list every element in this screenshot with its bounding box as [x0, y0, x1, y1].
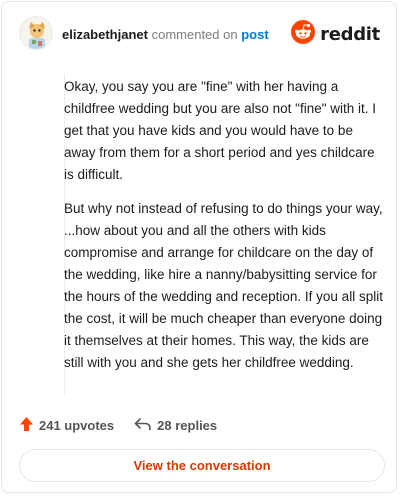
reply-arrow-icon — [134, 417, 157, 434]
comment-paragraph: Okay, you say you are "fine" with her ha… — [64, 79, 377, 182]
replies-stat[interactable]: 28 replies — [134, 417, 217, 434]
comment-card: elizabethjanet commented on post reddit — [1, 1, 397, 493]
reply-count: 28 replies — [157, 417, 218, 433]
username[interactable]: elizabethjanet — [62, 27, 148, 42]
avatar[interactable] — [19, 16, 53, 50]
comment-paragraph: But why not instead of refusing to do th… — [64, 201, 383, 370]
comment-body: Okay, you say you are "fine" with her ha… — [64, 76, 386, 386]
post-link[interactable]: post — [241, 27, 268, 42]
upvotes-stat[interactable]: 241 upvotes — [19, 416, 114, 435]
reddit-snoo-icon — [291, 19, 316, 49]
reddit-brand[interactable]: reddit — [291, 19, 380, 49]
view-conversation-button[interactable]: View the conversation — [19, 449, 385, 482]
comment-stats: 241 upvotes 28 replies — [19, 415, 237, 435]
comment-header: elizabethjanet commented on post reddit — [19, 16, 380, 52]
action-text: commented on — [151, 27, 238, 42]
byline: elizabethjanet commented on post — [62, 27, 269, 43]
upvote-count: 241 upvotes — [39, 417, 115, 433]
brand-wordmark: reddit — [320, 23, 380, 45]
upvote-arrow-icon — [19, 416, 39, 435]
